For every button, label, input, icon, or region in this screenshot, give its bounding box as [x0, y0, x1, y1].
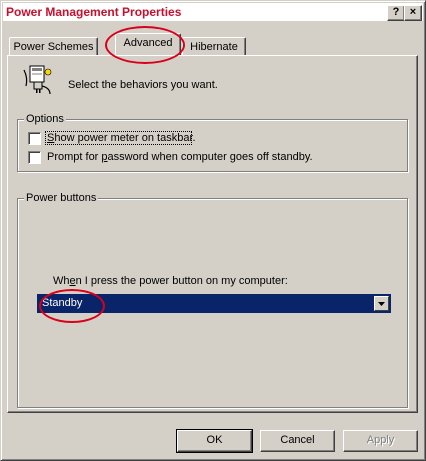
tab-panel-advanced: Select the behaviors you want. Options S… — [7, 55, 418, 413]
power-button-prompt: When I press the power button on my comp… — [53, 275, 288, 287]
power-plug-icon — [20, 64, 54, 96]
show-power-meter-checkbox[interactable] — [28, 132, 41, 145]
chevron-down-icon — [378, 302, 385, 306]
dropdown-arrow-button[interactable] — [374, 296, 389, 311]
prompt-password-label[interactable]: Prompt for password when computer goes o… — [47, 151, 313, 164]
help-button[interactable]: ? — [387, 5, 405, 21]
power-buttons-group-label: Power buttons — [24, 192, 99, 204]
tab-hibernate[interactable]: Hibernate — [182, 37, 246, 55]
header-text: Select the behaviors you want. — [68, 79, 218, 91]
power-button-action-select[interactable]: Standby — [37, 294, 391, 313]
apply-button[interactable]: Apply — [343, 430, 418, 452]
prompt-password-checkbox[interactable] — [28, 151, 41, 164]
cancel-button[interactable]: Cancel — [260, 430, 335, 452]
options-group: Options Show power meter on taskbar. Pro… — [17, 113, 408, 172]
dialog-window: Power Management Properties ? × Power Sc… — [0, 0, 426, 461]
tab-power-schemes[interactable]: Power Schemes — [9, 37, 98, 55]
selected-value: Standby — [42, 297, 83, 309]
focus-rect — [45, 131, 192, 145]
close-button[interactable]: × — [404, 5, 422, 21]
options-group-label: Options — [24, 113, 66, 125]
title-bar[interactable]: Power Management Properties ? × — [3, 3, 423, 21]
window-title: Power Management Properties — [6, 5, 182, 19]
tab-advanced[interactable]: Advanced — [115, 33, 181, 55]
ok-button[interactable]: OK — [176, 429, 253, 453]
